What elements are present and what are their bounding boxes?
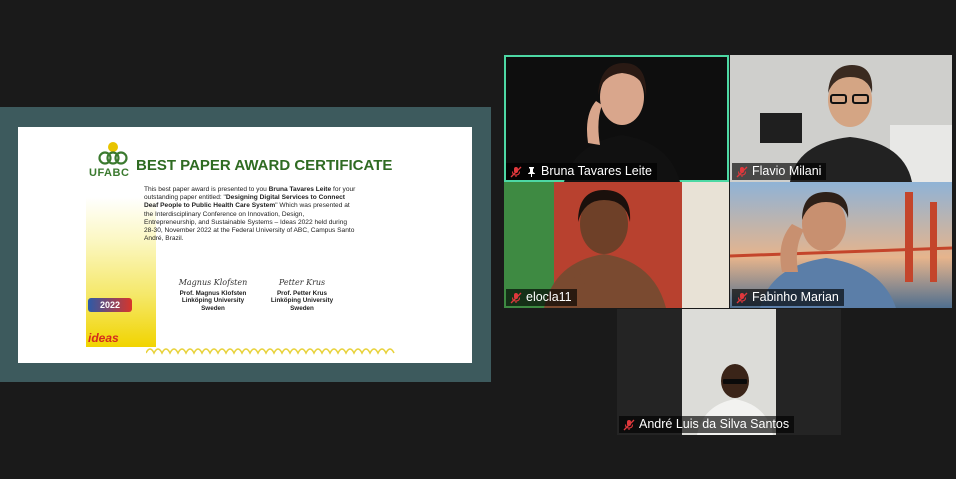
video-tile-andre[interactable]: André Luis da Silva Santos xyxy=(617,309,841,435)
participant-name-tag: Bruna Tavares Leite xyxy=(506,163,657,180)
signatory-country: Sweden xyxy=(201,304,225,312)
signature-script: Magnus Klofsten xyxy=(178,278,248,287)
video-tile-bruna[interactable]: Bruna Tavares Leite xyxy=(504,55,729,182)
mic-muted-icon xyxy=(510,166,522,177)
mic-muted-icon xyxy=(623,419,635,430)
certificate-body-intro: This best paper award is presented to yo… xyxy=(144,186,269,193)
participant-name-tag: Fabinho Marian xyxy=(732,289,844,306)
ideas-logo: ideas xyxy=(88,331,119,345)
shared-screen: UFABC BEST PAPER AWARD CERTIFICATE This … xyxy=(0,107,491,382)
decorative-border-icon xyxy=(146,348,395,355)
video-tile-flavio[interactable]: Flavio Milani xyxy=(730,55,952,182)
signature-block-1: Magnus Klofsten Prof. Magnus Klofsten Li… xyxy=(168,279,258,312)
signatory-institution: Linköping University xyxy=(270,297,334,305)
signature-block-2: Petter Krus Prof. Petter Krus Linköping … xyxy=(257,279,347,312)
participant-name: elocla11 xyxy=(526,290,572,304)
participant-name-tag: André Luis da Silva Santos xyxy=(619,416,795,433)
video-tile-elocla11[interactable]: elocla11 xyxy=(504,182,729,308)
pin-icon xyxy=(528,167,535,177)
mic-muted-icon xyxy=(736,166,748,177)
mic-muted-icon xyxy=(736,292,748,303)
certificate-recipient: Bruna Tavares Leite xyxy=(268,186,332,193)
certificate-title: BEST PAPER AWARD CERTIFICATE xyxy=(136,157,393,174)
mic-muted-icon xyxy=(510,292,522,303)
ufabc-logo-icon xyxy=(98,142,128,165)
participant-name-tag: elocla11 xyxy=(506,289,577,306)
conference-year-badge: 2022 xyxy=(88,298,132,312)
signature-script: Petter Krus xyxy=(278,278,326,287)
signatory-institution: Linköping University xyxy=(181,297,245,305)
signatory-name: Prof. Petter Krus xyxy=(276,289,328,297)
signatory-name: Prof. Magnus Klofsten xyxy=(179,289,247,297)
participant-name-tag: Flavio Milani xyxy=(732,163,827,180)
certificate-body: This best paper award is presented to yo… xyxy=(144,186,356,243)
participant-name: Fabinho Marian xyxy=(752,290,839,304)
ufabc-wordmark: UFABC xyxy=(89,167,130,179)
signatory-country: Sweden xyxy=(290,304,314,312)
participant-name: Flavio Milani xyxy=(752,164,822,178)
participant-name: André Luis da Silva Santos xyxy=(639,417,790,431)
video-tile-fabinho[interactable]: Fabinho Marian xyxy=(730,182,952,308)
participant-name: Bruna Tavares Leite xyxy=(541,164,652,178)
certificate-document: UFABC BEST PAPER AWARD CERTIFICATE This … xyxy=(18,127,472,363)
